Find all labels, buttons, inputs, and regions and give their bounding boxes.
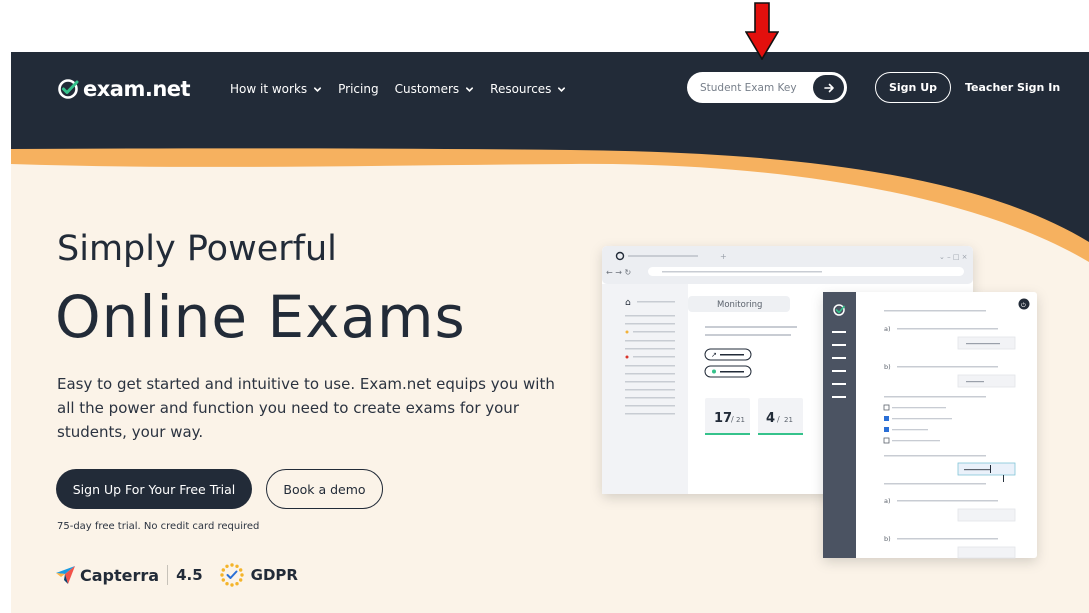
- stat-1-total: 21: [736, 416, 745, 424]
- answer-label-3: a): [884, 497, 891, 505]
- svg-text:↗: ↗: [711, 351, 717, 359]
- answer-label-1: a): [884, 325, 891, 333]
- svg-text:← → ↻: ← → ↻: [606, 268, 631, 277]
- stat-1-value: 17: [714, 411, 732, 426]
- product-illustration: + ⌄ – □ × ← → ↻ ⌂ Monitoring ↗ 17 / 21 4…: [602, 246, 1037, 559]
- page-frame: exam.net How it works Pricing Customers …: [11, 52, 1089, 613]
- monitoring-tab-label: Monitoring: [717, 300, 762, 310]
- svg-text:⌂: ⌂: [625, 298, 631, 308]
- svg-text:/: /: [777, 415, 780, 424]
- red-down-arrow-icon: [745, 2, 779, 60]
- stat-card-active: 4 / 21: [758, 398, 803, 435]
- stat-card-submitted: 17 / 21: [705, 398, 750, 435]
- stat-2-total: 21: [784, 416, 793, 424]
- answer-label-2: b): [884, 363, 891, 371]
- stat-2-value: 4: [766, 411, 775, 426]
- svg-text:I: I: [1002, 474, 1005, 485]
- svg-text:+: +: [720, 252, 727, 261]
- exam-window-illustration: ⏻ a) b) I a) b): [823, 292, 1037, 559]
- answer-label-4: b): [884, 535, 891, 543]
- svg-text:⌄ – □ ×: ⌄ – □ ×: [939, 253, 968, 261]
- svg-text:/: /: [731, 415, 734, 424]
- svg-text:⏻: ⏻: [1021, 302, 1026, 309]
